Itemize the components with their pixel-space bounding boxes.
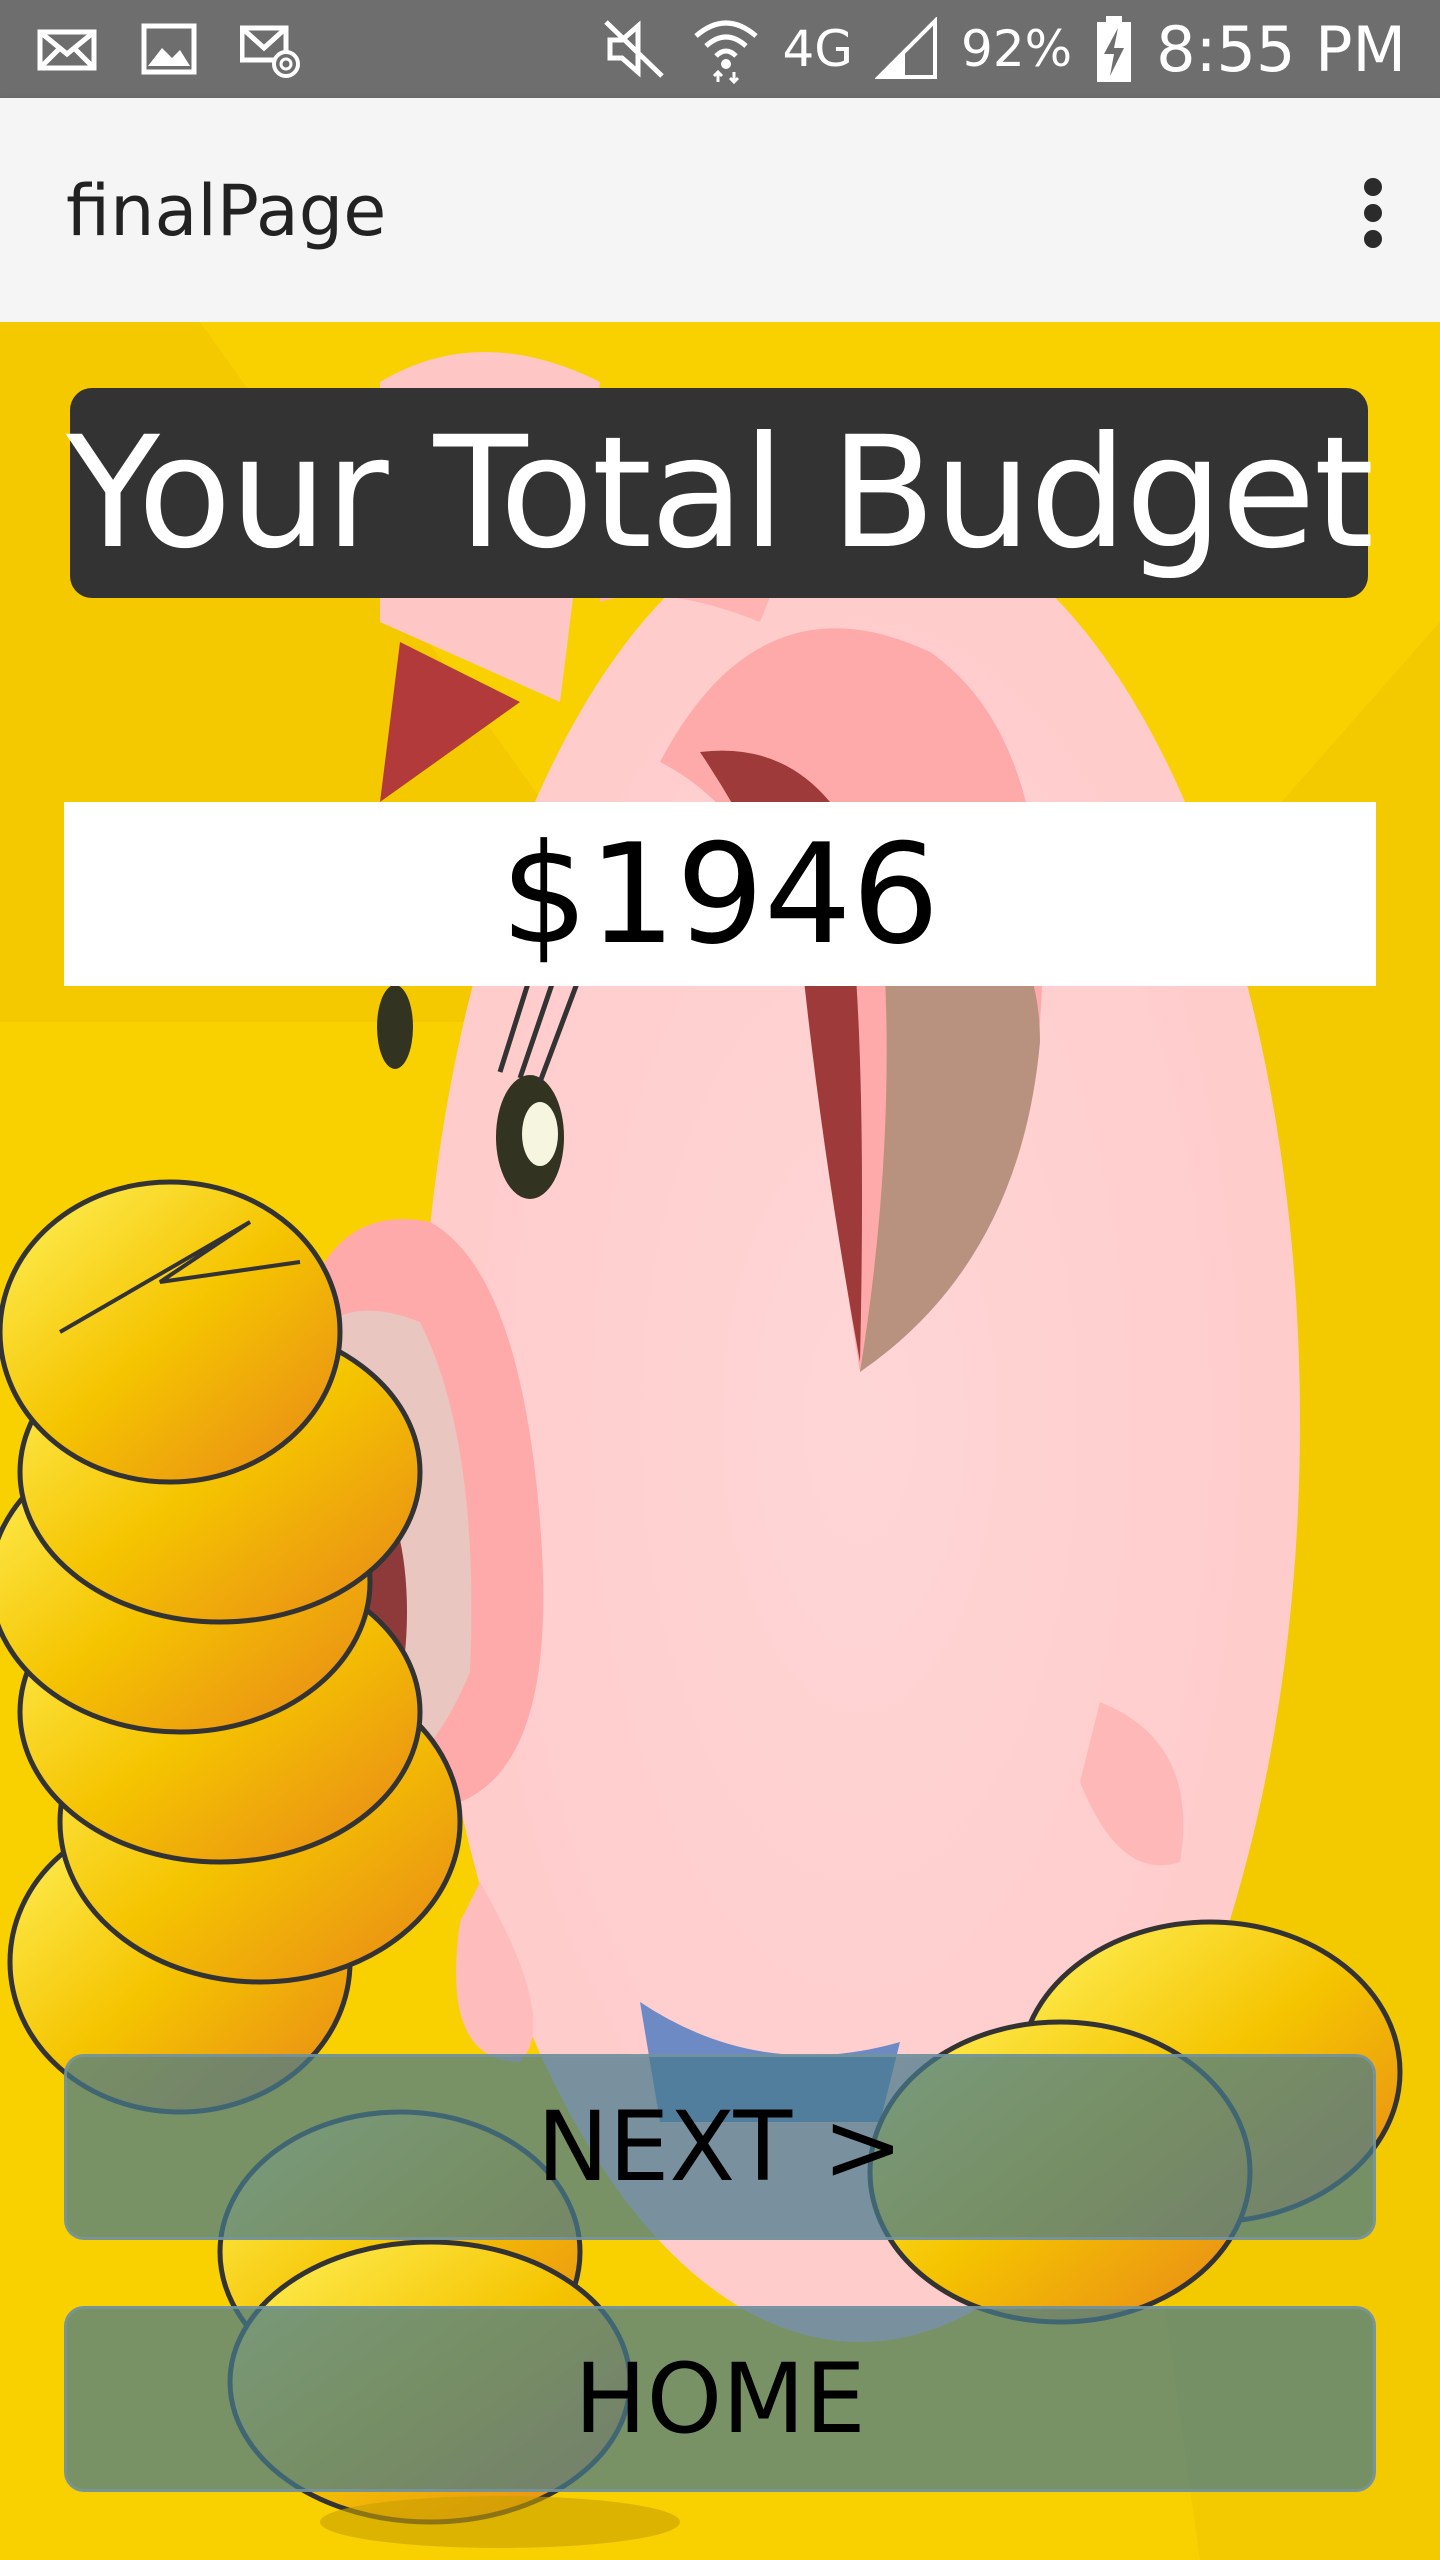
heading-banner: Your Total Budget [66, 388, 1374, 598]
app-title: finalPage [66, 170, 387, 252]
menu-dot [1364, 230, 1382, 248]
home-button-label: HOME [574, 2343, 866, 2455]
app-bar: finalPage [0, 98, 1440, 323]
home-button[interactable]: HOME [64, 2306, 1376, 2492]
budget-display: $1946 [64, 802, 1376, 986]
menu-dot [1364, 178, 1382, 196]
notification-icons [36, 18, 302, 80]
email-icon [37, 29, 97, 71]
next-button[interactable]: NEXT > [64, 2054, 1376, 2240]
main-content: Your Total Budget $1946 NEXT > HOME [0, 322, 1440, 2560]
signal-icon [875, 17, 938, 79]
network-4g-icon: 4G [782, 20, 854, 78]
page-heading: Your Total Budget [65, 403, 1374, 583]
mute-icon [604, 20, 665, 78]
clock: 8:55 PM [1156, 12, 1406, 86]
budget-value: $1946 [500, 813, 940, 975]
more-vert-icon[interactable] [1358, 178, 1388, 248]
image-icon [141, 23, 197, 75]
status-bar: 4G 92% 8:55 PM [0, 0, 1440, 98]
next-button-label: NEXT > [536, 2091, 904, 2203]
battery-charging-icon [1097, 16, 1132, 82]
wifi-icon [694, 20, 759, 84]
status-indicators: 4G 92% 8:55 PM [600, 0, 1406, 98]
email-at-icon [240, 25, 300, 78]
menu-dot [1364, 204, 1382, 222]
battery-percent: 92% [961, 20, 1073, 78]
